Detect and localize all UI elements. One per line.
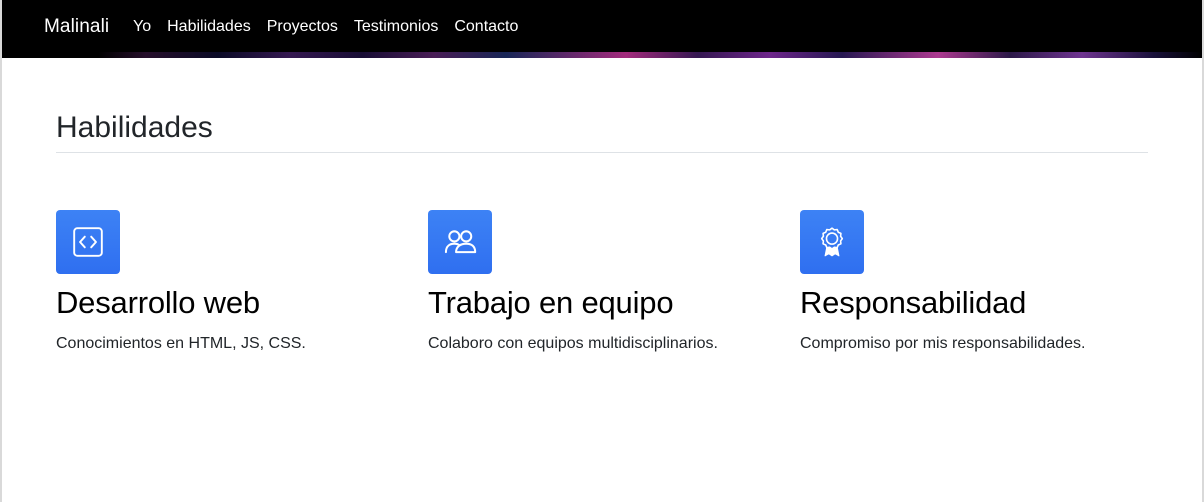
feature-responsibility: Responsabilidad Compromiso por mis respo… xyxy=(800,210,1160,355)
feature-web-development: Desarrollo web Conocimientos en HTML, JS… xyxy=(56,210,416,355)
feature-title: Trabajo en equipo xyxy=(428,285,674,320)
page: Malinali Yo Habilidades Proyectos Testim… xyxy=(0,0,1204,502)
nav-links: Yo Habilidades Proyectos Testimonios Con… xyxy=(133,18,526,36)
feature-description: Conocimientos en HTML, JS, CSS. xyxy=(56,335,306,352)
brand-link[interactable]: Malinali xyxy=(44,16,109,38)
feature-icon-box xyxy=(56,210,120,274)
feature-teamwork: Trabajo en equipo Colaboro con equipos m… xyxy=(428,210,788,355)
feature-icon-box xyxy=(800,210,864,274)
nav-link-habilidades[interactable]: Habilidades xyxy=(159,18,259,36)
award-icon xyxy=(820,227,844,257)
feature-description: Colaboro con equipos multidisciplinarios… xyxy=(428,335,718,352)
navbar: Malinali Yo Habilidades Proyectos Testim… xyxy=(2,0,1202,58)
feature-title: Desarrollo web xyxy=(56,285,260,320)
section-title: Habilidades xyxy=(56,111,213,144)
code-icon xyxy=(73,227,103,257)
nav-link-proyectos[interactable]: Proyectos xyxy=(259,18,346,36)
navbar-gradient-strip xyxy=(2,52,1202,58)
feature-title: Responsabilidad xyxy=(800,285,1027,320)
feature-icon-box xyxy=(428,210,492,274)
nav-link-yo[interactable]: Yo xyxy=(133,18,159,36)
nav-link-contacto[interactable]: Contacto xyxy=(446,18,526,36)
feature-description: Compromiso por mis responsabilidades. xyxy=(800,335,1086,352)
skills-section: Habilidades Desarrollo web Conocimientos… xyxy=(56,110,1148,352)
people-icon xyxy=(444,230,477,254)
nav-link-testimonios[interactable]: Testimonios xyxy=(346,18,446,36)
section-divider xyxy=(56,152,1148,153)
